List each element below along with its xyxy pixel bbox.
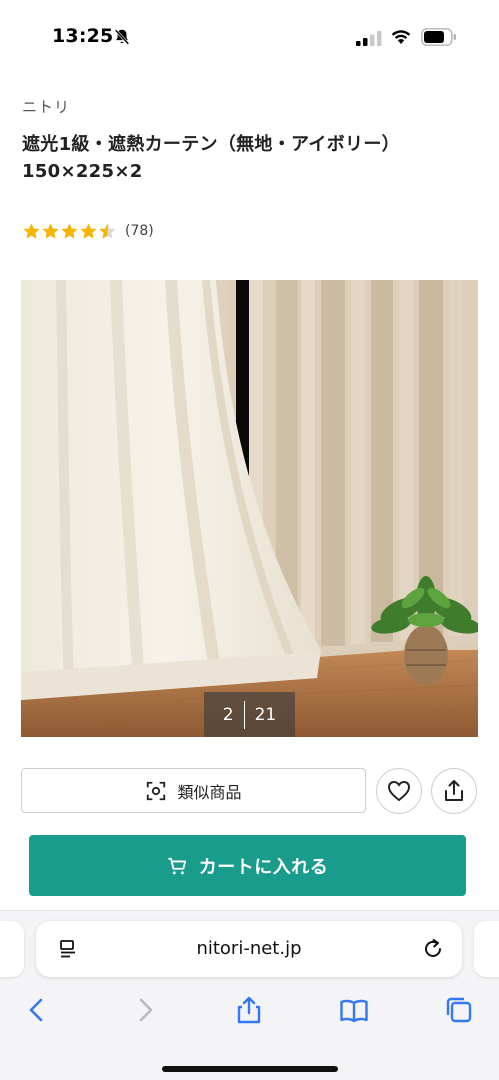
star-icon [61,222,78,239]
previous-tab-preview[interactable] [0,921,24,977]
status-bar: 13:25 [0,0,499,76]
review-count: (78) [125,223,154,239]
share-icon [445,780,463,801]
bell-slash-icon [114,29,130,45]
add-to-cart-label: カートに入れる [198,856,329,878]
reload-icon[interactable] [422,938,444,960]
tabs-icon[interactable] [444,995,474,1025]
browser-bar: nitori-net.jp [0,910,499,1080]
cellular-signal-icon [356,31,382,46]
status-time: 13:25 [52,25,114,47]
star-icon [23,222,40,239]
share-icon[interactable] [234,995,264,1025]
back-icon[interactable] [22,995,52,1025]
image-counter-divider [243,700,245,729]
rating-stars [22,222,117,241]
page-menu-icon[interactable] [58,939,78,959]
heart-icon [387,780,411,802]
url-text[interactable]: nitori-net.jp [36,921,462,977]
forward-icon[interactable] [130,995,160,1025]
add-to-cart-button[interactable]: カートに入れる [29,835,466,896]
cart-icon [168,857,186,874]
brand-name[interactable]: ニトリ [22,96,70,117]
product-title: 遮光1級・遮熱カーテン（無地・アイボリー） 150×225×2 [22,134,400,182]
star-icon [42,222,59,239]
rating[interactable]: (78) [22,220,154,242]
star-icon [80,222,97,239]
battery-icon [421,28,456,46]
image-counter-current: 2 [222,704,234,725]
image-counter: 2 21 [204,692,295,737]
similar-products-label: 類似商品 [177,782,242,802]
home-indicator [162,1066,338,1072]
camera-scan-icon [147,781,166,800]
favorite-button[interactable] [376,768,422,814]
wifi-icon [391,30,411,44]
address-bar[interactable]: nitori-net.jp [36,921,462,977]
curtain-photo [21,280,478,737]
share-button[interactable] [431,768,477,814]
star-half-icon [99,222,116,239]
next-tab-preview[interactable] [474,921,499,977]
product-image[interactable] [21,280,478,737]
image-counter-total: 21 [254,704,277,725]
similar-products-button[interactable]: 類似商品 [21,768,366,813]
bookmarks-icon[interactable] [339,995,369,1025]
